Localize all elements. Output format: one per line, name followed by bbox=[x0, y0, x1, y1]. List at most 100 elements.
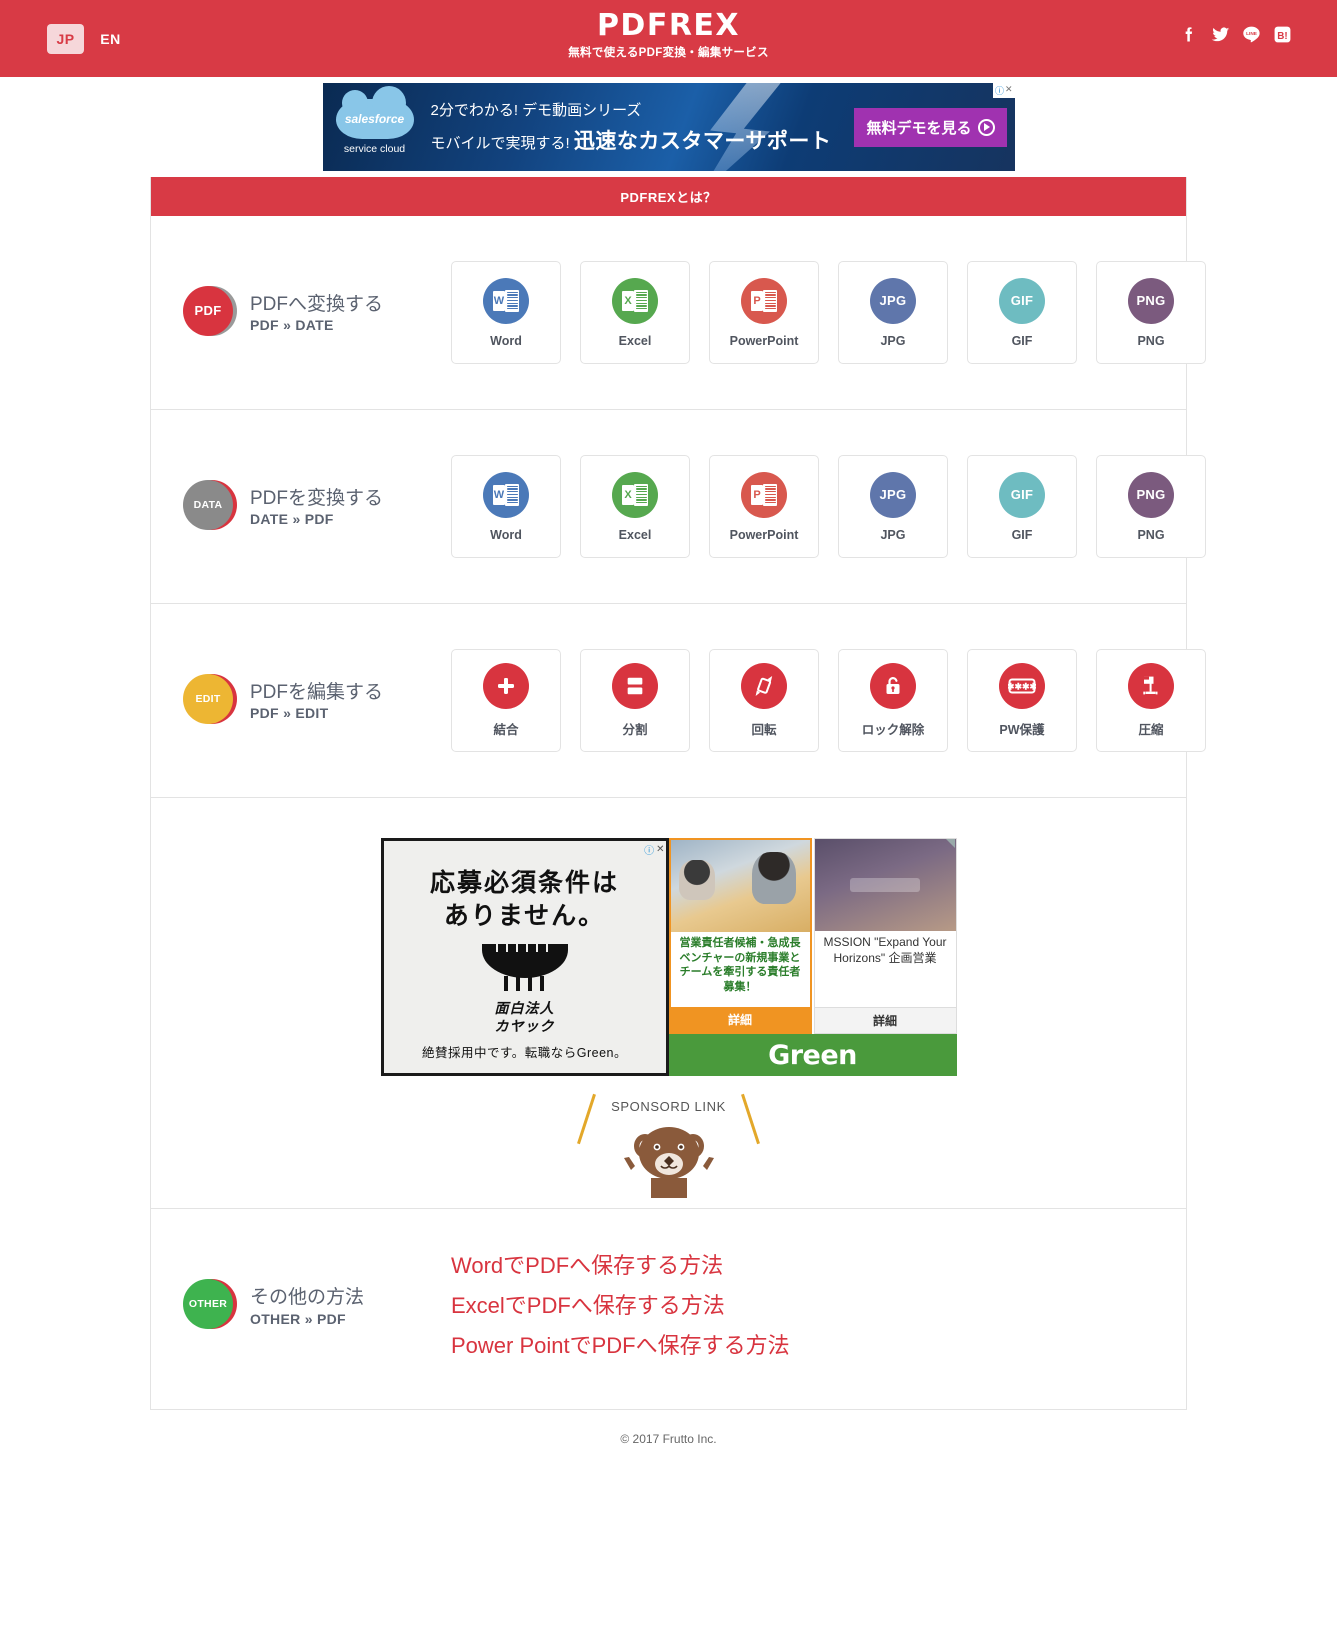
tile-gif[interactable]: GIF GIF bbox=[967, 261, 1077, 364]
excel-icon: X bbox=[612, 471, 658, 518]
job-detail-button[interactable]: 詳細 bbox=[670, 1007, 810, 1032]
facebook-icon[interactable] bbox=[1178, 23, 1200, 45]
row-title-group: PDFへ変換する PDF » DATE bbox=[250, 292, 383, 334]
sponsored-link-label-wrap: SPONSORD LINK bbox=[577, 1093, 760, 1145]
kayac-headline-2: ありません。 bbox=[443, 900, 606, 930]
unlock-icon bbox=[870, 663, 916, 709]
ad-subheadline: モバイルで実現する! 迅速なカスタマーサポート bbox=[431, 125, 855, 155]
tile-split[interactable]: 分割 bbox=[580, 649, 690, 752]
site-brand: PDFREX 無料で使えるPDF変換・編集サービス bbox=[0, 10, 1337, 60]
tile-label: JPG bbox=[880, 333, 906, 348]
tile-label: GIF bbox=[1011, 527, 1033, 542]
tile-rotate[interactable]: 回転 bbox=[709, 649, 819, 752]
tile-compress[interactable]: 圧縮 bbox=[1096, 649, 1206, 752]
badge-edit: EDIT bbox=[183, 673, 237, 728]
tile-password[interactable]: ✱✱✱✱ PW保護 bbox=[967, 649, 1077, 752]
tile-label: 分割 bbox=[622, 723, 648, 737]
kayac-brand-line1: 面白法人 bbox=[494, 1000, 555, 1016]
lang-en-button[interactable]: EN bbox=[92, 24, 129, 54]
tile-label: 回転 bbox=[751, 723, 777, 737]
tile-png[interactable]: PNG PNG bbox=[1096, 455, 1206, 558]
gif-icon: GIF bbox=[999, 277, 1045, 324]
green-job-card-1[interactable]: 営業責任者候補・急成長ベンチャーの新規事業とチームを牽引する責任者募集！ 詳細 bbox=[668, 838, 812, 1034]
link-excel-save-pdf[interactable]: ExcelでPDFへ保存する方法 bbox=[451, 1289, 790, 1323]
job-title: 営業責任者候補・急成長ベンチャーの新規事業とチームを牽引する責任者募集！ bbox=[679, 937, 801, 993]
ad-headline: 2分でわかる! デモ動画シリーズ bbox=[430, 102, 642, 119]
png-icon: PNG bbox=[1128, 277, 1174, 324]
job-detail-button[interactable]: 詳細 bbox=[814, 1007, 956, 1033]
ad-subheadline-prefix: モバイルで実現する! bbox=[430, 135, 570, 152]
line-icon[interactable]: LINE bbox=[1240, 23, 1262, 45]
job-photo bbox=[814, 839, 956, 931]
row-title-group: その他の方法 OTHER » PDF bbox=[250, 1285, 364, 1327]
tile-gif[interactable]: GIF GIF bbox=[967, 455, 1077, 558]
tile-label: Excel bbox=[618, 333, 652, 348]
tile-label: Word bbox=[490, 527, 522, 542]
salesforce-ad[interactable]: ⓘ ✕ salesforce service cloud 2分でわかる! デモ動… bbox=[322, 83, 1015, 171]
tile-list: 結合 分割 回転 ロック解除 ✱✱✱✱ PW保護 圧縮 bbox=[451, 649, 1238, 752]
ad-info-icon[interactable]: ⓘ bbox=[995, 84, 1004, 97]
ad-info-icon[interactable]: ⓘ bbox=[644, 842, 654, 857]
row-label: DATA PDFを変換する DATE » PDF bbox=[151, 479, 451, 534]
site-header: JP EN PDFREX 無料で使えるPDF変換・編集サービス LINE B! bbox=[0, 0, 1337, 77]
slash-left-decoration bbox=[577, 1093, 597, 1145]
tile-excel[interactable]: X Excel bbox=[580, 261, 690, 364]
bear-mascot bbox=[609, 1120, 729, 1198]
badge-label: DATA bbox=[183, 479, 233, 530]
tile-jpg[interactable]: JPG JPG bbox=[838, 261, 948, 364]
png-icon-text: PNG bbox=[1136, 293, 1166, 308]
row-pdf-to-data: PDF PDFへ変換する PDF » DATE W Word X Excel P… bbox=[151, 216, 1206, 410]
tile-word[interactable]: W Word bbox=[451, 261, 561, 364]
ad-choices-controls[interactable]: ⓘ ✕ bbox=[992, 83, 1015, 98]
kayac-footer-text: 絶賛採用中です。転職ならGreen。 bbox=[422, 1046, 627, 1060]
row-title-en: PDF » DATE bbox=[250, 317, 334, 334]
excel-icon: X bbox=[612, 277, 658, 324]
badge-pdf: PDF bbox=[183, 285, 237, 340]
kayac-brand-line2: カヤック bbox=[494, 1017, 555, 1034]
tile-excel[interactable]: X Excel bbox=[580, 455, 690, 558]
ad-close-icon[interactable]: ✕ bbox=[1005, 84, 1013, 97]
ad-copy: 2分でわかる! デモ動画シリーズ モバイルで実現する! 迅速なカスタマーサポート bbox=[427, 99, 855, 155]
gif-icon: GIF bbox=[999, 471, 1045, 518]
site-logo: PDFREX bbox=[596, 8, 741, 43]
ad-subheadline-strong: 迅速なカスタマーサポート bbox=[573, 130, 832, 153]
link-powerpoint-save-pdf[interactable]: Power PointでPDFへ保存する方法 bbox=[451, 1329, 790, 1363]
tile-word[interactable]: W Word bbox=[451, 455, 561, 558]
badge-other: OTHER bbox=[183, 1279, 237, 1333]
badge-label: EDIT bbox=[183, 673, 233, 724]
row-other-methods: OTHER その他の方法 OTHER » PDF WordでPDFへ保存する方法… bbox=[151, 1209, 1186, 1409]
green-job-card-2[interactable]: MSSION "Expand Your Horizons" 企画営業 詳細 bbox=[813, 838, 957, 1034]
ad-cta-button[interactable]: 無料デモを見る bbox=[854, 107, 1007, 147]
tile-powerpoint[interactable]: P PowerPoint bbox=[709, 455, 819, 558]
tile-label: Word bbox=[490, 333, 522, 348]
site-footer: © 2017 Frutto Inc. bbox=[620, 1432, 717, 1447]
lang-jp-button[interactable]: JP bbox=[47, 24, 84, 54]
link-word-save-pdf[interactable]: WordでPDFへ保存する方法 bbox=[451, 1249, 790, 1283]
jpg-icon-text: JPG bbox=[879, 487, 907, 502]
ad-choices-controls[interactable]: ⓘ ✕ bbox=[644, 842, 664, 857]
kayac-ad[interactable]: ⓘ ✕ 応募必須条件は ありません。 面白法人 カヤック 絶賛採用中です。転職な… bbox=[380, 838, 669, 1076]
tile-png[interactable]: PNG PNG bbox=[1096, 261, 1206, 364]
ad-choices-icon[interactable] bbox=[945, 839, 955, 848]
tile-merge[interactable]: 結合 bbox=[451, 649, 561, 752]
svg-text:B!: B! bbox=[1277, 30, 1287, 41]
ad-close-icon[interactable]: ✕ bbox=[656, 844, 664, 855]
row-title-jp: PDFを編集する bbox=[250, 681, 384, 703]
password-icon: ✱✱✱✱ bbox=[999, 663, 1045, 709]
site-tagline: 無料で使えるPDF変換・編集サービス bbox=[568, 46, 769, 59]
social-links[interactable]: LINE B! bbox=[1178, 23, 1293, 45]
kayac-brand: 面白法人 カヤック bbox=[495, 1000, 555, 1035]
twitter-icon[interactable] bbox=[1209, 23, 1231, 45]
row-label: PDF PDFへ変換する PDF » DATE bbox=[151, 285, 451, 340]
hatena-icon[interactable]: B! bbox=[1271, 23, 1293, 45]
tile-list: W Word X Excel P PowerPoint JPG JPG GIF … bbox=[451, 455, 1238, 558]
green-ad[interactable]: 営業責任者候補・急成長ベンチャーの新規事業とチームを牽引する責任者募集！ 詳細 … bbox=[668, 838, 957, 1076]
language-switcher[interactable]: JP EN bbox=[47, 24, 129, 54]
tile-unlock[interactable]: ロック解除 bbox=[838, 649, 948, 752]
jpg-icon: JPG bbox=[870, 277, 916, 324]
powerpoint-icon: P bbox=[741, 277, 787, 324]
tile-powerpoint[interactable]: P PowerPoint bbox=[709, 261, 819, 364]
tile-label: ロック解除 bbox=[861, 723, 925, 737]
tile-jpg[interactable]: JPG JPG bbox=[838, 455, 948, 558]
gif-icon-text: GIF bbox=[1010, 487, 1034, 502]
